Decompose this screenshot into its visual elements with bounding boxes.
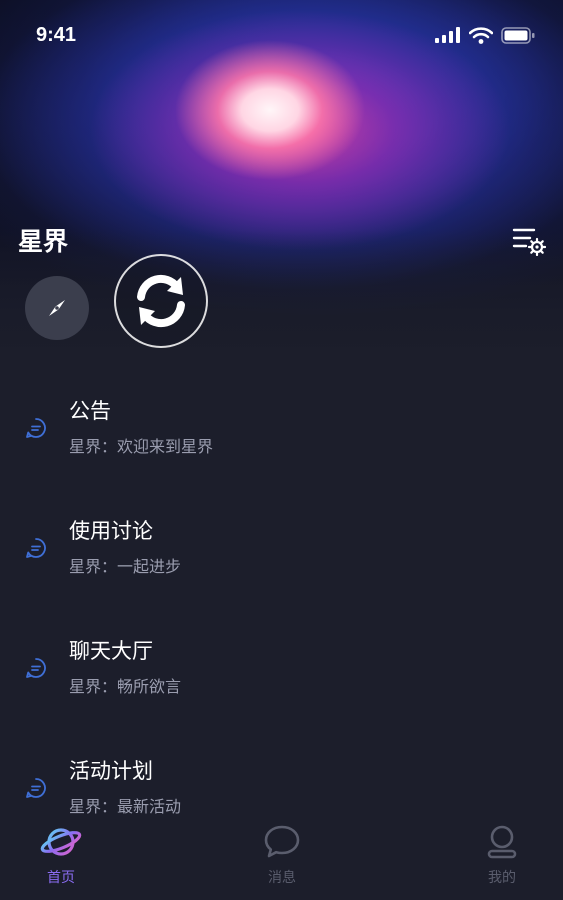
refresh-button[interactable]	[114, 254, 208, 348]
refresh-icon	[137, 274, 185, 328]
chat-bubble-icon	[26, 538, 46, 558]
channel-title: 使用讨论	[69, 519, 153, 543]
discover-button[interactable]	[25, 276, 89, 340]
chat-bubble-icon	[26, 778, 46, 798]
channel-last-message: 星界：畅所欲言	[69, 677, 182, 696]
channel-item-announcement[interactable]: 公告 星界：欢迎来到星界	[0, 380, 563, 490]
system-icons	[435, 26, 535, 44]
channel-last-message: 星界：最新活动	[69, 797, 182, 816]
chat-bubble-icon	[26, 658, 46, 678]
battery-icon	[501, 26, 535, 44]
channel-last-message: 星界：一起进步	[69, 557, 182, 576]
channel-title: 活动计划	[69, 759, 153, 783]
tab-label: 首页	[47, 870, 75, 886]
app-title: 星界	[18, 227, 69, 256]
channel-last-message: 星界：欢迎来到星界	[69, 437, 214, 456]
tab-profile[interactable]: 我的	[462, 823, 542, 893]
channel-item-chat-hall[interactable]: 聊天大厅 星界：畅所欲言	[0, 620, 563, 730]
channel-title: 聊天大厅	[69, 639, 153, 663]
settings-button[interactable]	[512, 226, 547, 257]
channel-title: 公告	[69, 399, 111, 423]
tab-label: 我的	[488, 870, 516, 886]
wifi-icon	[469, 26, 493, 44]
bottom-tab-bar: 首页 消息 我的	[0, 815, 563, 900]
compass-icon	[49, 300, 65, 316]
channel-item-discussion[interactable]: 使用讨论 星界：一起进步	[0, 500, 563, 610]
profile-icon	[487, 825, 517, 859]
status-bar: 9:41	[36, 22, 535, 48]
tab-messages[interactable]: 消息	[242, 823, 322, 893]
message-icon	[264, 825, 300, 858]
list-settings-icon	[512, 228, 547, 257]
signal-icon	[435, 27, 460, 43]
status-time: 9:41	[36, 23, 77, 46]
tab-label: 消息	[268, 870, 296, 886]
chat-bubble-icon	[26, 418, 46, 438]
planet-icon	[40, 828, 82, 856]
tab-home[interactable]: 首页	[21, 823, 101, 893]
